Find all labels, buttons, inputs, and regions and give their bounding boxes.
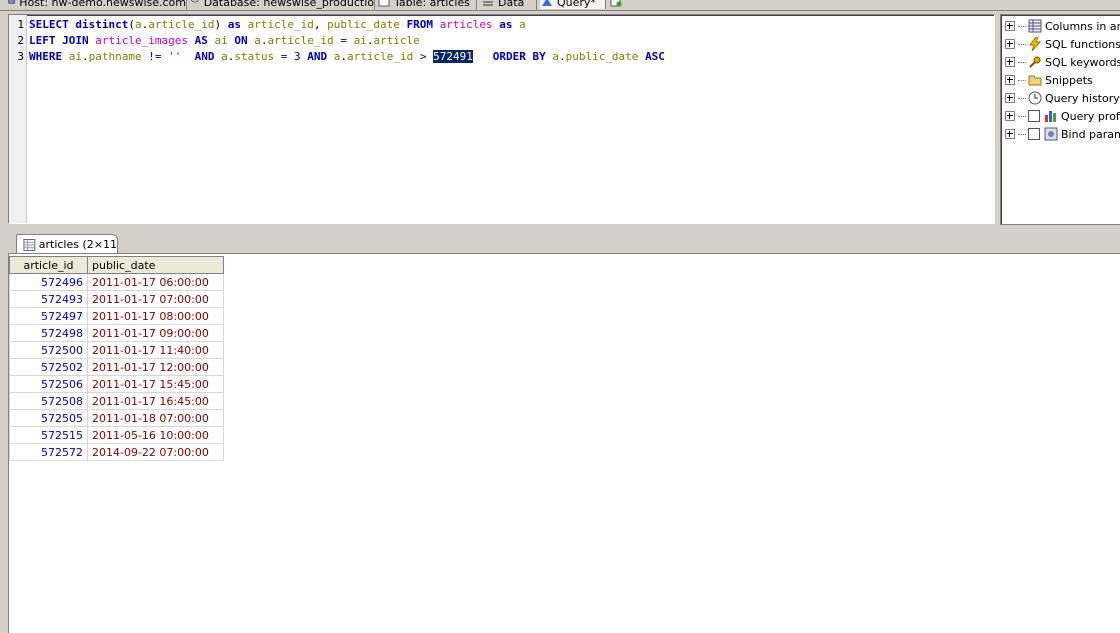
cell-public-date[interactable]: 2014-09-22 07:00:00 <box>87 443 224 461</box>
cell-public-date[interactable]: 2011-01-17 08:00:00 <box>87 307 224 325</box>
add-tab-icon <box>610 0 622 7</box>
expand-icon[interactable] <box>1005 93 1015 103</box>
table-row[interactable]: 572500 2011-01-17 11:40:00 <box>9 341 224 359</box>
table-row[interactable]: 572493 2011-01-17 07:00:00 <box>9 290 224 308</box>
cell-public-date[interactable]: 2011-05-16 10:00:00 <box>87 426 224 444</box>
tab-database[interactable]: Database: newswise_productio <box>190 0 374 9</box>
table-row[interactable]: 572508 2011-01-17 16:45:00 <box>9 392 224 410</box>
tab-query[interactable]: Query* <box>540 0 606 9</box>
tree-item-columns[interactable]: Columns in artic <box>1005 17 1120 35</box>
tree-item-bind-parameters[interactable]: Bind param <box>1005 125 1120 143</box>
tab-host[interactable]: Host: nw-demo.newswise.com <box>8 0 186 9</box>
folder-icon <box>1028 75 1042 86</box>
new-query-tab-button[interactable] <box>610 0 628 9</box>
expand-icon[interactable] <box>1005 75 1015 85</box>
cell-public-date[interactable]: 2011-01-17 11:40:00 <box>87 341 224 359</box>
query-profile-checkbox[interactable] <box>1028 110 1040 122</box>
cell-public-date[interactable]: 2011-01-17 07:00:00 <box>87 290 224 308</box>
results-tab[interactable]: articles (2×11 <box>16 234 118 254</box>
clock-icon <box>1028 91 1042 105</box>
tree-item-snippets[interactable]: Snippets <box>1005 71 1093 89</box>
cell-public-date[interactable]: 2011-01-17 09:00:00 <box>87 324 224 342</box>
lightning-icon <box>1029 37 1042 51</box>
cell-article-id[interactable]: 572515 <box>9 426 88 444</box>
parameter-icon <box>1044 127 1058 141</box>
results-tab-label: articles (2×11 <box>38 238 117 251</box>
tree-item-query-history[interactable]: Query history <box>1005 89 1120 107</box>
line-number: 1 <box>17 18 24 31</box>
cell-public-date[interactable]: 2011-01-17 15:45:00 <box>87 375 224 393</box>
key-icon <box>1029 56 1041 68</box>
expand-icon[interactable] <box>1005 57 1015 67</box>
tab-database-label: Database: newswise_productio <box>203 0 374 9</box>
cell-article-id[interactable]: 572493 <box>9 290 88 308</box>
cell-article-id[interactable]: 572496 <box>9 273 88 291</box>
expand-icon[interactable] <box>1005 129 1015 139</box>
sql-line-3: WHERE ai.pathname != '' AND a.status = 3… <box>29 50 665 63</box>
cell-public-date[interactable]: 2011-01-17 12:00:00 <box>87 358 224 376</box>
tab-strip: Host: nw-demo.newswise.com Database: new… <box>0 0 1120 11</box>
table-icon <box>378 0 390 7</box>
cell-article-id[interactable]: 572497 <box>9 307 88 325</box>
tab-host-label: Host: nw-demo.newswise.com <box>19 0 186 9</box>
database-icon <box>191 0 199 3</box>
tree-item-label: SQL keywords <box>1045 55 1120 69</box>
tab-table-label: Table: articles <box>394 0 470 9</box>
table-icon <box>23 238 36 251</box>
helper-tree-panel: Columns in artic SQL functions SQL keywo… <box>1000 14 1120 225</box>
cell-public-date[interactable]: 2011-01-17 16:45:00 <box>87 392 224 410</box>
tree-item-label: Columns in artic <box>1045 19 1120 33</box>
data-icon <box>483 1 493 6</box>
expand-icon[interactable] <box>1005 111 1015 121</box>
table-row[interactable]: 572506 2011-01-17 15:45:00 <box>9 375 224 393</box>
tab-query-label: Query* <box>557 0 596 9</box>
line-number: 3 <box>17 50 24 63</box>
query-icon <box>542 0 552 6</box>
expand-icon[interactable] <box>1005 39 1015 49</box>
table-row[interactable]: 572497 2011-01-17 08:00:00 <box>9 307 224 325</box>
results-body: 572496 2011-01-17 06:00:00 572493 2011-01-1… <box>9 273 224 461</box>
tree-item-label: Snippets <box>1045 73 1093 87</box>
sql-line-2: LEFT JOIN article_images AS ai ON a.arti… <box>29 34 420 47</box>
cell-public-date[interactable]: 2011-01-17 06:00:00 <box>87 273 224 291</box>
cell-article-id[interactable]: 572500 <box>9 341 88 359</box>
cell-article-id[interactable]: 572505 <box>9 409 88 427</box>
tree-item-sql-functions[interactable]: SQL functions <box>1005 35 1120 53</box>
sql-line-1: SELECT distinct(a.article_id) as article… <box>29 18 526 31</box>
cell-article-id[interactable]: 572506 <box>9 375 88 393</box>
cell-article-id[interactable]: 572502 <box>9 358 88 376</box>
column-header-article-id[interactable]: article_id <box>9 256 88 274</box>
table-row[interactable]: 572496 2011-01-17 06:00:00 <box>9 273 224 291</box>
results-grid[interactable]: article_id public_date 572496 2011-01-17 … <box>8 253 1120 633</box>
tree-item-label: Bind param <box>1061 127 1120 141</box>
tree-item-label: Query history <box>1045 91 1120 105</box>
columns-icon <box>1028 19 1042 33</box>
tab-data[interactable]: Data <box>482 0 534 9</box>
sql-editor[interactable]: 1 2 3 SELECT distinct(a.article_id) as a… <box>8 14 995 224</box>
tab-table[interactable]: Table: articles <box>378 0 476 9</box>
cell-article-id[interactable]: 572498 <box>9 324 88 342</box>
table-row[interactable]: 572505 2011-01-18 07:00:00 <box>9 409 224 427</box>
line-number: 2 <box>17 34 24 47</box>
tree-item-sql-keywords[interactable]: SQL keywords <box>1005 53 1120 71</box>
tree-item-label: SQL functions <box>1045 37 1120 51</box>
table-row[interactable]: 572572 2014-09-22 07:00:00 <box>9 443 224 461</box>
tree-item-label: Query profil <box>1061 109 1120 123</box>
cell-article-id[interactable]: 572572 <box>9 443 88 461</box>
chart-icon <box>1045 111 1056 122</box>
sql-code[interactable]: SELECT distinct(a.article_id) as article… <box>29 17 665 65</box>
column-header-public-date[interactable]: public_date <box>87 256 224 274</box>
table-row[interactable]: 572515 2011-05-16 10:00:00 <box>9 426 224 444</box>
results-table: article_id public_date 572496 2011-01-17 … <box>9 256 224 461</box>
table-row[interactable]: 572502 2011-01-17 12:00:00 <box>9 358 224 376</box>
host-icon <box>8 0 15 4</box>
expand-icon[interactable] <box>1005 21 1015 31</box>
cell-article-id[interactable]: 572508 <box>9 392 88 410</box>
cell-public-date[interactable]: 2011-01-18 07:00:00 <box>87 409 224 427</box>
table-row[interactable]: 572498 2011-01-17 09:00:00 <box>9 324 224 342</box>
line-number-gutter: 1 2 3 <box>9 15 27 223</box>
tree-item-query-profile[interactable]: Query profil <box>1005 107 1120 125</box>
tab-data-label: Data <box>498 0 525 9</box>
bind-parameters-checkbox[interactable] <box>1028 128 1040 140</box>
